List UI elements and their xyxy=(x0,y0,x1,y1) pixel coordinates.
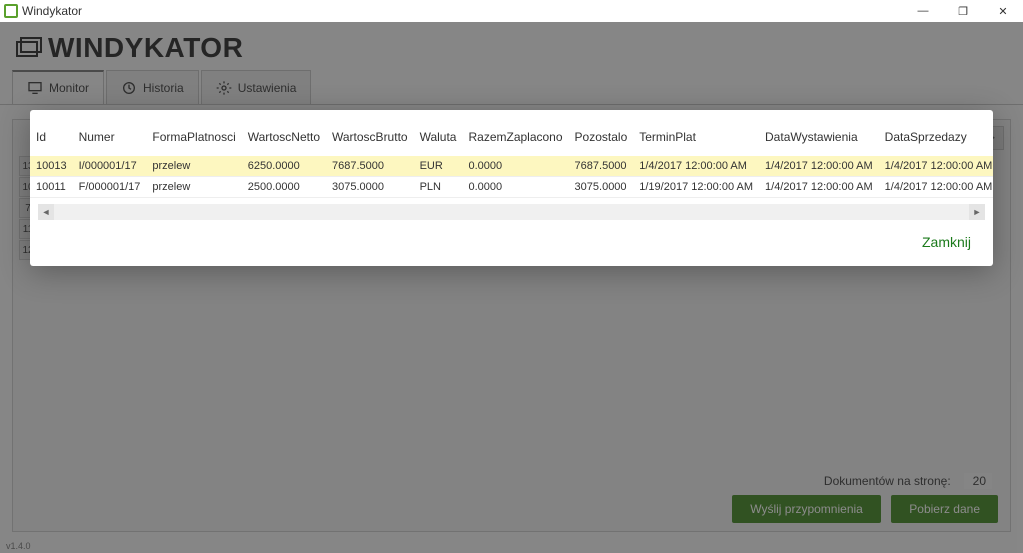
cell-formaplatnosci: przelew xyxy=(146,156,241,177)
cell-wartoscbrutto: 7687.5000 xyxy=(326,156,414,177)
cell-wartoscnetto: 6250.0000 xyxy=(242,156,326,177)
cell-formaplatnosci: przelew xyxy=(146,177,241,198)
cell-id: 10011 xyxy=(30,177,73,198)
modal-overlay xyxy=(0,22,1023,553)
cell-numer: F/000001/17 xyxy=(73,177,147,198)
window-minimize-button[interactable]: — xyxy=(903,0,943,22)
cell-razemzaplacono: 0.0000 xyxy=(462,156,568,177)
grid-header-row: Id Numer FormaPlatnosci WartoscNetto War… xyxy=(30,116,993,156)
cell-datasprzedazy: 1/4/2017 12:00:00 AM xyxy=(879,177,993,198)
cell-pozostalo: 7687.5000 xyxy=(569,156,634,177)
cell-terminplat: 1/4/2017 12:00:00 AM xyxy=(633,156,759,177)
cell-datawystawienia: 1/4/2017 12:00:00 AM xyxy=(759,177,879,198)
scroll-track[interactable] xyxy=(54,207,969,217)
cell-razemzaplacono: 0.0000 xyxy=(462,177,568,198)
cell-waluta: EUR xyxy=(414,156,463,177)
col-terminplat[interactable]: TerminPlat xyxy=(633,116,759,156)
cell-numer: I/000001/17 xyxy=(73,156,147,177)
col-datasprzedazy[interactable]: DataSprzedazy xyxy=(879,116,993,156)
table-row[interactable]: 10013 I/000001/17 przelew 6250.0000 7687… xyxy=(30,156,993,177)
cell-id: 10013 xyxy=(30,156,73,177)
col-id[interactable]: Id xyxy=(30,116,73,156)
horizontal-scrollbar[interactable]: ◄ ► xyxy=(38,204,985,220)
scroll-right-button[interactable]: ► xyxy=(969,204,985,220)
col-razemzaplacono[interactable]: RazemZaplacono xyxy=(462,116,568,156)
window-title: Windykator xyxy=(22,4,82,18)
cell-waluta: PLN xyxy=(414,177,463,198)
window-close-button[interactable]: ✕ xyxy=(983,0,1023,22)
modal-close-button[interactable]: Zamknij xyxy=(922,234,971,250)
cell-datasprzedazy: 1/4/2017 12:00:00 AM xyxy=(879,156,993,177)
table-row[interactable]: 10011 F/000001/17 przelew 2500.0000 3075… xyxy=(30,177,993,198)
cell-pozostalo: 3075.0000 xyxy=(569,177,634,198)
col-numer[interactable]: Numer xyxy=(73,116,147,156)
cell-wartoscbrutto: 3075.0000 xyxy=(326,177,414,198)
col-wartoscnetto[interactable]: WartoscNetto xyxy=(242,116,326,156)
scroll-left-button[interactable]: ◄ xyxy=(38,204,54,220)
window-titlebar: Windykator — ❐ ✕ xyxy=(0,0,1023,22)
window-maximize-button[interactable]: ❐ xyxy=(943,0,983,22)
detail-modal: Id Numer FormaPlatnosci WartoscNetto War… xyxy=(30,110,993,266)
detail-grid[interactable]: Id Numer FormaPlatnosci WartoscNetto War… xyxy=(30,116,993,198)
cell-terminplat: 1/19/2017 12:00:00 AM xyxy=(633,177,759,198)
col-pozostalo[interactable]: Pozostalo xyxy=(569,116,634,156)
col-datawystawienia[interactable]: DataWystawienia xyxy=(759,116,879,156)
col-wartoscbrutto[interactable]: WartoscBrutto xyxy=(326,116,414,156)
col-formaplatnosci[interactable]: FormaPlatnosci xyxy=(146,116,241,156)
cell-datawystawienia: 1/4/2017 12:00:00 AM xyxy=(759,156,879,177)
cell-wartoscnetto: 2500.0000 xyxy=(242,177,326,198)
app-logo-icon xyxy=(4,4,18,18)
col-waluta[interactable]: Waluta xyxy=(414,116,463,156)
